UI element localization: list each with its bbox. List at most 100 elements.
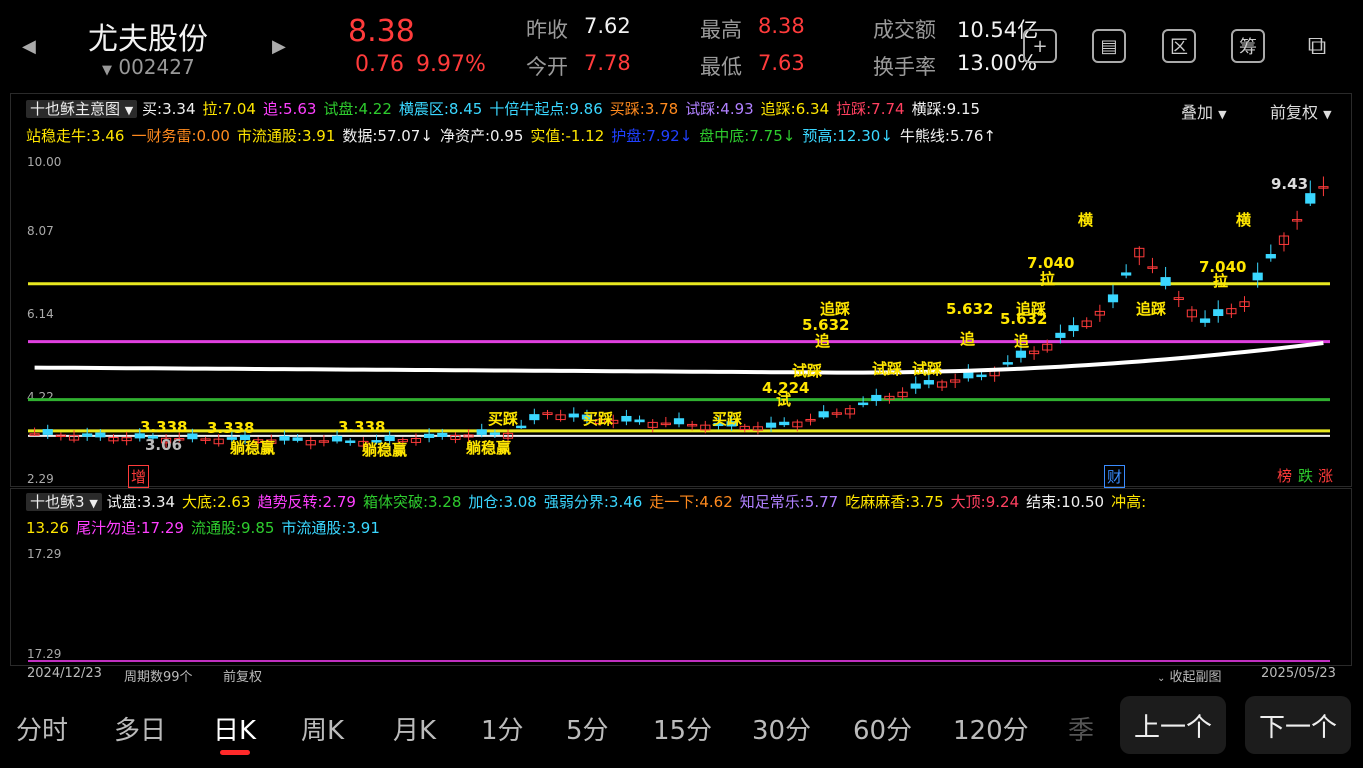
- candle-body: [963, 371, 974, 379]
- chart-annotation-label: 追: [1014, 332, 1029, 350]
- candle-body: [1015, 350, 1027, 358]
- chart-annotation-label: 5.632: [946, 300, 993, 318]
- candle-body: [923, 380, 934, 385]
- badge-rise[interactable]: 涨: [1318, 465, 1333, 486]
- sub-indicator-value: 尾汁勿追:17.29: [75, 519, 184, 537]
- sub-indicator-value: 流通股:9.85: [190, 519, 275, 537]
- candle-body: [765, 422, 777, 428]
- candle-body: [82, 433, 93, 437]
- chart-annotation-label: 拉: [1213, 272, 1228, 290]
- sub-indicator-value: 知足常乐:5.77: [739, 493, 839, 511]
- badge-rank[interactable]: 榜: [1277, 465, 1292, 486]
- tab-30min[interactable]: 30分: [752, 710, 811, 747]
- sub-indicator-name: 十也稣3: [30, 493, 85, 511]
- chart-annotation-label: 躺稳赢: [466, 439, 511, 457]
- sub-indicator-line: [28, 660, 1330, 662]
- candle-body: [279, 435, 290, 441]
- candle-body: [1068, 325, 1079, 332]
- badge-increase[interactable]: 增: [128, 465, 150, 488]
- sub-indicator-value: 趋势反转:2.79: [257, 493, 356, 511]
- candle-body: [634, 419, 645, 423]
- prev-stock-button[interactable]: 上一个: [1120, 696, 1226, 754]
- caret-down-icon: ▼: [89, 497, 98, 510]
- chart-annotation-label: 3.338: [140, 418, 187, 436]
- chart-annotation-label: 试踩: [912, 360, 942, 378]
- candle-body: [384, 435, 395, 442]
- sub-y-bottom: 17.29: [27, 647, 62, 661]
- tab-weekly-k[interactable]: 周K: [301, 710, 344, 747]
- candle-body: [437, 432, 448, 437]
- sub-indicator-value: 大底:2.63: [182, 493, 251, 511]
- chart-annotation-label: 追踩: [1136, 300, 1166, 318]
- bottom-adjust: 前复权: [223, 670, 263, 685]
- bull-bear-line: [34, 341, 1324, 375]
- chart-annotation-label: 试踩: [792, 362, 822, 380]
- candle-body: [910, 383, 921, 389]
- sub-indicator-value: 试盘:3.34: [106, 493, 176, 511]
- tab-monthly-k[interactable]: 月K: [393, 710, 436, 747]
- candle-body: [818, 411, 829, 418]
- tab-120min[interactable]: 120分: [953, 710, 1029, 747]
- candle-body: [1305, 193, 1316, 204]
- tab-60min[interactable]: 60分: [853, 710, 912, 747]
- chart-annotation-label: 追踩: [1016, 300, 1046, 318]
- candle-body: [1055, 332, 1066, 338]
- tab-quarterly[interactable]: 季: [1068, 710, 1094, 747]
- chart-annotation-label: 追踩: [820, 300, 850, 318]
- chart-annotation-label: 买踩: [583, 410, 613, 428]
- candle-body: [529, 414, 540, 421]
- chart-annotation-label: 追: [815, 332, 830, 350]
- sub-indicator-value: 加仓:3.08: [468, 493, 537, 511]
- candle-body: [779, 421, 790, 426]
- candle-body: [187, 433, 198, 440]
- badge-fall[interactable]: 跌: [1298, 465, 1313, 486]
- candle-body: [858, 402, 869, 406]
- candle-body: [489, 432, 500, 435]
- tab-timeshare[interactable]: 分时: [16, 710, 68, 747]
- chart-annotation-label: 横: [1078, 211, 1094, 229]
- tab-5min[interactable]: 5分: [566, 710, 609, 747]
- candle-body: [292, 437, 303, 441]
- candle-body: [568, 413, 579, 418]
- chart-annotation-label: 买踩: [488, 410, 518, 428]
- chart-annotation-label: 躺稳赢: [362, 441, 407, 459]
- sub-indicator-value: 市流通股:3.91: [281, 519, 380, 537]
- chart-annotation-label: 9.43: [1271, 175, 1308, 193]
- chart-annotation-label: 横: [1236, 211, 1252, 229]
- candle-body: [1121, 272, 1132, 276]
- tab-daily-k[interactable]: 日K: [213, 710, 256, 747]
- next-stock-button[interactable]: 下一个: [1245, 696, 1351, 754]
- sub-indicator-value: 走一下:4.62: [649, 493, 733, 511]
- chart-annotation-label: 试: [776, 391, 791, 409]
- tab-15min[interactable]: 15分: [653, 710, 712, 747]
- candle-body: [871, 394, 882, 401]
- chart-annotation-label: 3.338: [207, 419, 254, 437]
- sub-indicator-row1: 十也稣3 ▼ 试盘:3.34 大底:2.63 趋势反转:2.79 箱体突破:3.28 加…: [26, 490, 1153, 516]
- sub-indicator-row2: 13.26 尾汁勿追:17.29 流通股:9.85 市流通股:3.91: [26, 516, 387, 540]
- sub-indicator-value: 冲高:: [1111, 493, 1147, 511]
- sub-indicator-value: 箱体突破:3.28: [362, 493, 462, 511]
- period-count: 周期数99个: [124, 670, 193, 685]
- sub-indicator-value: 强弱分界:3.46: [543, 493, 643, 511]
- candle-body: [331, 435, 343, 442]
- tab-1min[interactable]: 1分: [481, 710, 524, 747]
- candle-body: [424, 433, 435, 438]
- candle-body: [1002, 362, 1013, 365]
- badge-finance[interactable]: 财: [1104, 465, 1126, 488]
- tab-multiday[interactable]: 多日: [114, 710, 166, 747]
- candle-body: [1213, 309, 1224, 316]
- collapse-sub-button[interactable]: ⌄ 收起副图: [1157, 666, 1222, 685]
- sub-indicator-value: 结束:10.50: [1026, 493, 1105, 511]
- chart-annotation-label: 拉: [1040, 270, 1055, 288]
- candle-body: [1265, 254, 1276, 259]
- chart-annotation-label: 躺稳赢: [230, 439, 275, 457]
- start-date: 2024/12/23: [27, 666, 102, 681]
- candle-body: [976, 374, 987, 378]
- candle-body: [1107, 294, 1119, 303]
- active-tab-indicator: [220, 750, 250, 755]
- sub-indicator-selector[interactable]: 十也稣3 ▼: [26, 493, 102, 511]
- candle-body: [673, 418, 685, 425]
- candle-body: [345, 440, 356, 443]
- candle-body: [476, 429, 487, 435]
- candle-body: [1160, 277, 1171, 286]
